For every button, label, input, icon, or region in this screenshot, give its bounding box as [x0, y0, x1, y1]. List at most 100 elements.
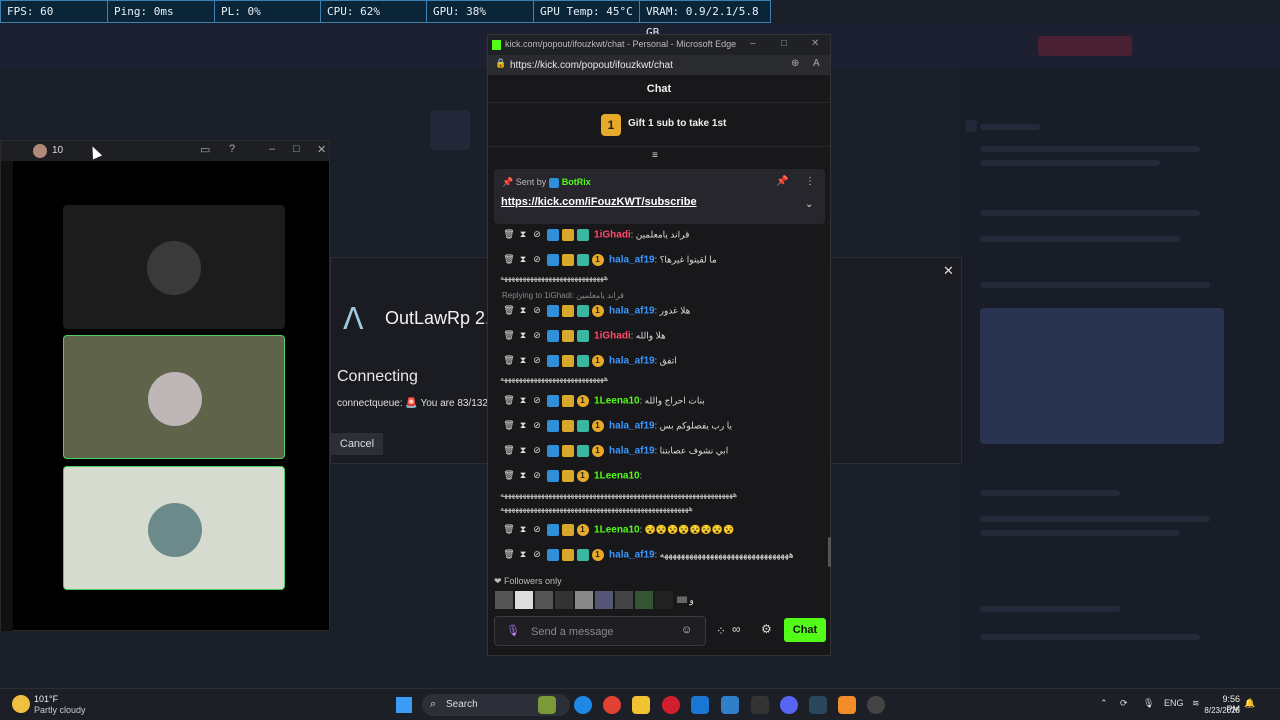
- notification-icon[interactable]: 🔔: [1244, 698, 1255, 709]
- username[interactable]: hala_af19: [609, 305, 655, 316]
- chevron-down-icon[interactable]: ⌄: [805, 199, 813, 210]
- timeout-icon[interactable]: ⧗: [516, 395, 530, 406]
- app-icon[interactable]: [867, 696, 885, 714]
- delete-icon[interactable]: 🗑: [502, 355, 516, 366]
- emote[interactable]: [595, 591, 613, 609]
- url-text[interactable]: https://kick.com/popout/ifouzkwt/chat: [510, 60, 673, 71]
- emote[interactable]: [535, 591, 553, 609]
- language-indicator[interactable]: ENG: [1164, 698, 1184, 708]
- timeout-icon[interactable]: ⧗: [516, 254, 530, 265]
- chat-message[interactable]: 🗑 ⧗ ⊘ 1iGhadi: قراند يامعلمين: [502, 229, 689, 241]
- send-chat-button[interactable]: Chat: [784, 618, 826, 642]
- outlook-icon[interactable]: [691, 696, 709, 714]
- chat-message[interactable]: 🗑 ⧗ ⊘ 1 1Leena10:: [502, 470, 642, 482]
- emote[interactable]: [635, 591, 653, 609]
- delete-icon[interactable]: 🗑: [502, 254, 516, 265]
- username[interactable]: hala_af19: [609, 445, 655, 456]
- username[interactable]: 1iGhadi: [594, 330, 631, 341]
- maximize-icon[interactable]: □: [781, 38, 787, 49]
- close-icon[interactable]: ✕: [811, 38, 819, 49]
- minimize-icon[interactable]: –: [269, 143, 275, 155]
- username[interactable]: 1Leena10: [594, 395, 640, 406]
- chat-message[interactable]: 🗑 ⧗ ⊘ 1 1Leena10: بنات احراج والله: [502, 395, 705, 407]
- zoom-icon[interactable]: ⊕: [791, 58, 799, 69]
- app-icon[interactable]: [721, 696, 739, 714]
- clock-date[interactable]: 8/23/2025: [1200, 706, 1240, 715]
- close-icon[interactable]: ✕: [943, 263, 954, 279]
- weather-desc[interactable]: Partly cloudy: [34, 705, 86, 715]
- cancel-button[interactable]: Cancel: [331, 433, 383, 455]
- ban-icon[interactable]: ⊘: [530, 229, 544, 240]
- chat-message[interactable]: 🗑 ⧗ ⊘ 1 hala_af19: هلا غدور: [502, 305, 690, 317]
- minimize-icon[interactable]: –: [750, 38, 756, 49]
- timeout-icon[interactable]: ⧗: [516, 305, 530, 316]
- timeout-icon[interactable]: ⧗: [516, 470, 530, 481]
- steam-icon[interactable]: [809, 696, 827, 714]
- ban-icon[interactable]: ⊘: [530, 470, 544, 481]
- ban-icon[interactable]: ⊘: [530, 420, 544, 431]
- delete-icon[interactable]: 🗑: [502, 395, 516, 406]
- start-icon[interactable]: [396, 697, 412, 713]
- delete-icon[interactable]: 🗑: [502, 470, 516, 481]
- emote[interactable]: [655, 591, 673, 609]
- pin-icon[interactable]: 📌: [776, 176, 788, 187]
- username[interactable]: hala_af19: [609, 549, 655, 560]
- delete-icon[interactable]: 🗑: [502, 420, 516, 431]
- close-icon[interactable]: ✕: [317, 143, 326, 156]
- pinned-link[interactable]: https://kick.com/iFouzKWT/subscribe: [501, 196, 697, 208]
- emote[interactable]: [575, 591, 593, 609]
- chat-message[interactable]: 🗑 ⧗ ⊘ 1 hala_af19: ابي نشوف عصابتنا: [502, 445, 728, 457]
- popout-icon[interactable]: ▭: [200, 143, 210, 156]
- chat-message[interactable]: 🗑 ⧗ ⊘ 1iGhadi: هلا والله: [502, 330, 666, 342]
- ban-icon[interactable]: ⊘: [530, 445, 544, 456]
- username[interactable]: hala_af19: [609, 254, 655, 265]
- chrome-icon[interactable]: [603, 696, 621, 714]
- chat-message[interactable]: 🗑 ⧗ ⊘ 1 hala_af19: اتفق: [502, 355, 677, 367]
- delete-icon[interactable]: 🗑: [502, 229, 516, 240]
- weather-temp[interactable]: 101°F: [34, 694, 58, 704]
- discord-icon[interactable]: [780, 696, 798, 714]
- more-options-icon[interactable]: ⋮: [805, 176, 815, 187]
- username[interactable]: hala_af19: [609, 355, 655, 366]
- delete-icon[interactable]: 🗑: [502, 549, 516, 560]
- username[interactable]: 1iGhadi: [594, 229, 631, 240]
- ban-icon[interactable]: ⊘: [530, 330, 544, 341]
- ban-icon[interactable]: ⊘: [530, 254, 544, 265]
- opera-icon[interactable]: [662, 696, 680, 714]
- tray-chevron-icon[interactable]: ⌃: [1100, 698, 1108, 709]
- username[interactable]: 1Leena10: [594, 470, 640, 481]
- chat-message[interactable]: 🗑 ⧗ ⊘ 1 hala_af19: ما لقيتوا غيرها؟: [502, 254, 717, 266]
- ban-icon[interactable]: ⊘: [530, 524, 544, 535]
- timeout-icon[interactable]: ⧗: [516, 524, 530, 535]
- chat-scrollbar[interactable]: [828, 537, 831, 567]
- ban-icon[interactable]: ⊘: [530, 549, 544, 560]
- emote[interactable]: [615, 591, 633, 609]
- app-icon[interactable]: [751, 696, 769, 714]
- participant-tile-speaking[interactable]: [63, 335, 285, 459]
- username[interactable]: 1Leena10: [594, 524, 640, 535]
- edge-titlebar[interactable]: kick.com/popout/ifouzkwt/chat - Personal…: [488, 35, 830, 55]
- delete-icon[interactable]: 🗑: [502, 524, 516, 535]
- ban-icon[interactable]: ⊘: [530, 355, 544, 366]
- app-icon[interactable]: [538, 696, 556, 714]
- edge-icon[interactable]: [574, 696, 592, 714]
- emote[interactable]: [495, 591, 513, 609]
- wifi-icon[interactable]: ≋: [1192, 698, 1200, 709]
- maximize-icon[interactable]: □: [293, 143, 300, 155]
- address-bar[interactable]: 🔒 https://kick.com/popout/ifouzkwt/chat …: [488, 55, 830, 75]
- emote[interactable]: [555, 591, 573, 609]
- tray-mic-icon[interactable]: 🎙: [1143, 698, 1154, 709]
- delete-icon[interactable]: 🗑: [502, 330, 516, 341]
- timeout-icon[interactable]: ⧗: [516, 420, 530, 431]
- settings-icon[interactable]: ⚙: [761, 622, 772, 636]
- fivem-icon[interactable]: [838, 696, 856, 714]
- microphone-icon[interactable]: 🎙: [506, 624, 520, 637]
- chat-message[interactable]: 🗑 ⧗ ⊘ 1 1Leena10: 😵😵😵😵😵😵😵😵: [502, 524, 734, 536]
- ban-icon[interactable]: ⊘: [530, 305, 544, 316]
- file-explorer-icon[interactable]: [632, 696, 650, 714]
- kicks-icon[interactable]: ⁘: [716, 624, 726, 638]
- weather-icon[interactable]: [12, 695, 30, 713]
- participant-tile-speaking[interactable]: [63, 466, 285, 590]
- timeout-icon[interactable]: ⧗: [516, 229, 530, 240]
- emoji-icon[interactable]: ☺: [681, 624, 692, 636]
